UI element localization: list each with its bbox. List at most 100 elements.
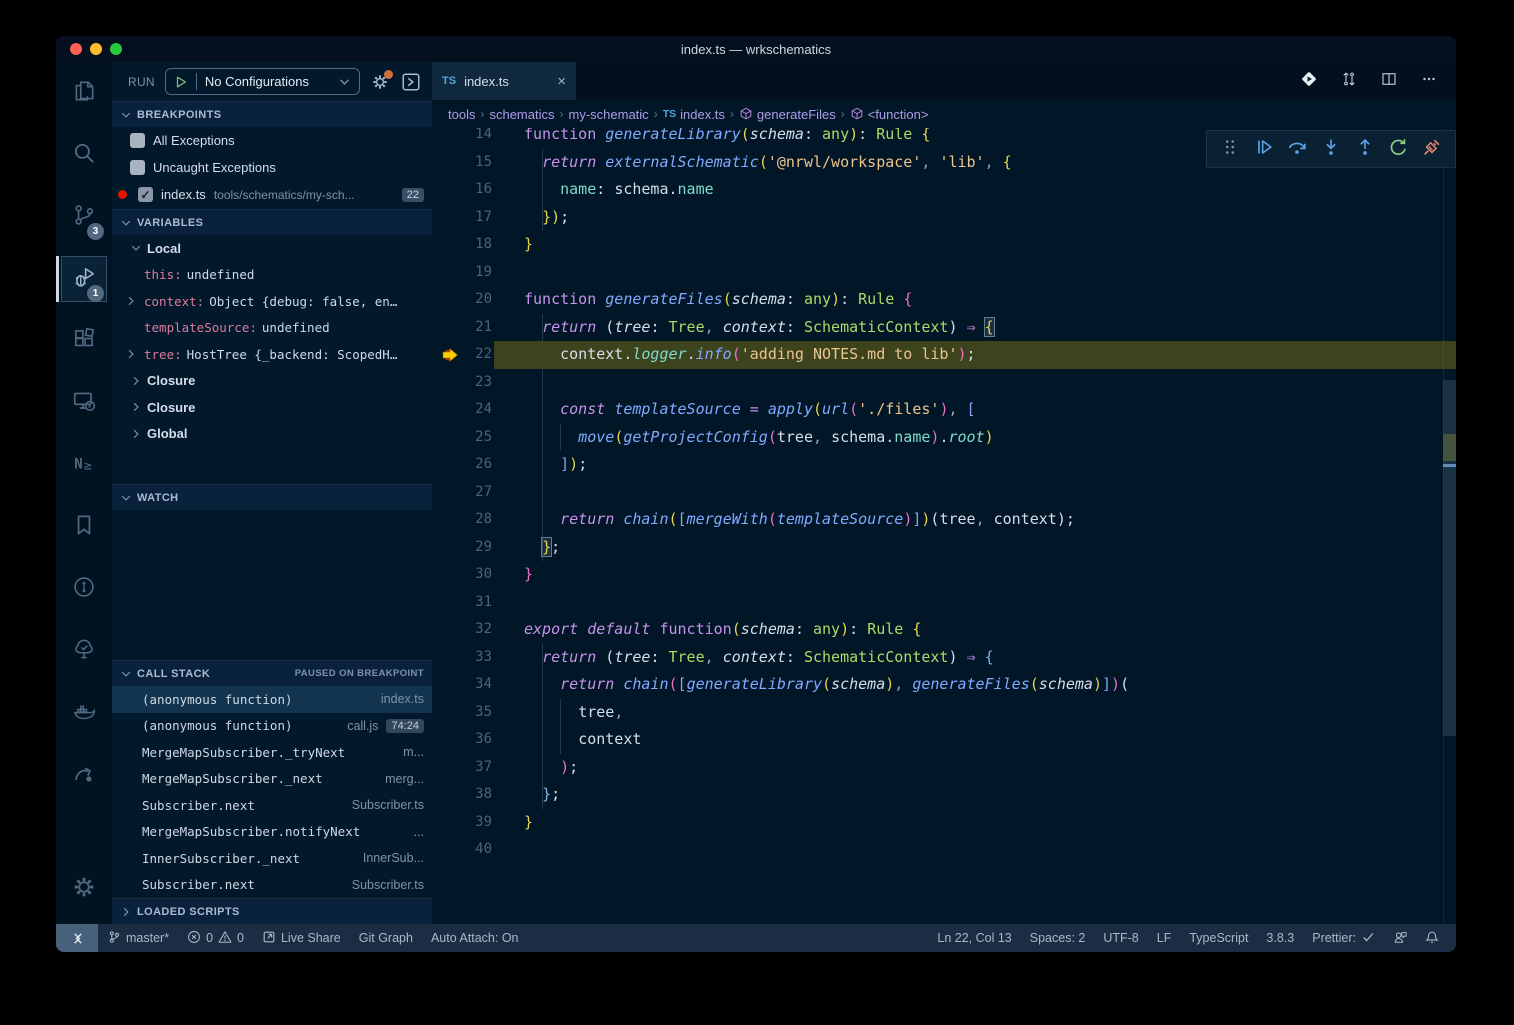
breakpoints-section-header[interactable]: BREAKPOINTS (112, 101, 432, 127)
code-line-32[interactable]: 32export default function(schema: any): … (432, 616, 1456, 644)
line-number[interactable]: 31 (432, 589, 492, 617)
code-line-33[interactable]: 33 return (tree: Tree, context: Schemati… (432, 644, 1456, 672)
checkbox[interactable] (130, 160, 145, 175)
start-debug-icon[interactable] (174, 75, 188, 89)
code-line-28[interactable]: 28 return chain([mergeWith(templateSourc… (432, 506, 1456, 534)
drag-grip[interactable] (1219, 136, 1241, 163)
breadcrumb-item[interactable]: generateFiles (739, 107, 836, 122)
statusbar-eol[interactable]: LF (1148, 931, 1181, 945)
line-number[interactable]: 26 (432, 451, 492, 479)
line-number[interactable]: 34 (432, 671, 492, 699)
line-number[interactable]: 29 (432, 534, 492, 562)
disconnect-button[interactable] (1421, 136, 1443, 163)
continue-button[interactable] (1253, 136, 1275, 163)
line-number[interactable]: 21 (432, 314, 492, 342)
line-number[interactable]: 25 (432, 424, 492, 452)
statusbar-auto-attach[interactable]: Auto Attach: On (422, 931, 528, 945)
breadcrumb-item[interactable]: schematics (489, 107, 554, 122)
variables-scope-closure[interactable]: Closure (112, 368, 432, 395)
statusbar-problems[interactable]: 00 (178, 930, 253, 947)
step-out-button[interactable] (1354, 136, 1376, 163)
breadcrumb-item[interactable]: tools (448, 107, 475, 122)
overview-ruler[interactable] (1443, 128, 1456, 924)
watch-section-header[interactable]: WATCH (112, 484, 432, 510)
line-number[interactable]: 16 (432, 176, 492, 204)
call-stack-frame[interactable]: (anonymous function)index.ts (112, 686, 432, 713)
code-line-24[interactable]: 24 const templateSource = apply(url('./f… (432, 396, 1456, 424)
debug-console-icon[interactable] (400, 71, 422, 93)
statusbar-git-graph[interactable]: Git Graph (350, 931, 422, 945)
line-number[interactable]: 38 (432, 781, 492, 809)
call-stack-frame[interactable]: MergeMapSubscriber._nextmerg... (112, 766, 432, 793)
activitybar-docker[interactable] (56, 682, 112, 744)
open-changes-button[interactable] (1340, 70, 1358, 93)
launch-config-dropdown[interactable]: No Configurations (165, 68, 360, 95)
call-stack-frame[interactable]: MergeMapSubscriber.notifyNext... (112, 819, 432, 846)
checkbox[interactable]: ✓ (138, 187, 153, 202)
breakpoint-row[interactable]: All Exceptions (112, 127, 432, 154)
activitybar-run-and-debug[interactable]: 1 (56, 248, 112, 310)
line-number[interactable]: 28 (432, 506, 492, 534)
code-line-25[interactable]: 25 move(getProjectConfig(tree, schema.na… (432, 424, 1456, 452)
code-line-18[interactable]: 18} (432, 231, 1456, 259)
statusbar-cursor-position[interactable]: Ln 22, Col 13 (928, 931, 1020, 945)
code-line-23[interactable]: 23 (432, 369, 1456, 397)
activitybar-extensions[interactable] (56, 310, 112, 372)
variables-scope-local[interactable]: Local (112, 235, 432, 262)
call-stack-section-header[interactable]: CALL STACK PAUSED ON BREAKPOINT (112, 660, 432, 686)
line-number[interactable]: 36 (432, 726, 492, 754)
traffic-lights[interactable] (70, 43, 122, 55)
checkbox[interactable] (130, 133, 145, 148)
code-line-16[interactable]: 16 name: schema.name (432, 176, 1456, 204)
line-number[interactable]: 33 (432, 644, 492, 672)
activitybar-git-history[interactable] (56, 558, 112, 620)
step-into-button[interactable] (1320, 136, 1342, 163)
activitybar-bookmarks[interactable] (56, 496, 112, 558)
line-number[interactable]: 39 (432, 809, 492, 837)
run-or-debug-button[interactable] (1300, 70, 1318, 93)
activitybar-nx-console[interactable]: N≥ (56, 434, 112, 496)
loaded-scripts-section-header[interactable]: LOADED SCRIPTS (112, 898, 432, 924)
line-number[interactable]: 40 (432, 836, 492, 864)
statusbar-language-mode[interactable]: TypeScript (1180, 931, 1257, 945)
statusbar-indentation[interactable]: Spaces: 2 (1021, 931, 1095, 945)
breadcrumb-item[interactable]: TSindex.ts (663, 107, 725, 122)
restart-button[interactable] (1387, 136, 1409, 163)
statusbar-encoding[interactable]: UTF-8 (1094, 931, 1147, 945)
code-line-39[interactable]: 39} (432, 809, 1456, 837)
breadcrumb-item[interactable]: my-schematic (569, 107, 649, 122)
variable-row[interactable]: tree:HostTree {_backend: ScopedH… (112, 341, 432, 368)
call-stack-frame[interactable]: (anonymous function)call.js74:24 (112, 713, 432, 740)
code-line-22[interactable]: 22 context.logger.info('adding NOTES.md … (432, 341, 1456, 369)
variable-row[interactable]: this:undefined (112, 262, 432, 289)
variables-scope-global[interactable]: Global (112, 421, 432, 448)
statusbar-ts-version[interactable]: 3.8.3 (1257, 931, 1303, 945)
tab-index-ts[interactable]: TS index.ts × (432, 62, 576, 100)
variables-scope-closure[interactable]: Closure (112, 394, 432, 421)
variables-section-header[interactable]: VARIABLES (112, 209, 432, 235)
variable-row[interactable]: templateSource:undefined (112, 315, 432, 342)
code-line-35[interactable]: 35 tree, (432, 699, 1456, 727)
code-line-17[interactable]: 17 }); (432, 204, 1456, 232)
line-number[interactable]: 27 (432, 479, 492, 507)
code-line-37[interactable]: 37 ); (432, 754, 1456, 782)
debug-settings-gear-icon[interactable] (370, 72, 390, 92)
code-line-26[interactable]: 26 ]); (432, 451, 1456, 479)
line-number[interactable]: 37 (432, 754, 492, 782)
code-line-34[interactable]: 34 return chain([generateLibrary(schema)… (432, 671, 1456, 699)
code-line-38[interactable]: 38 }; (432, 781, 1456, 809)
activitybar-source-control[interactable]: 3 (56, 186, 112, 248)
line-number[interactable]: 17 (432, 204, 492, 232)
statusbar-prettier[interactable]: Prettier: (1303, 930, 1384, 947)
line-number[interactable]: 15 (432, 149, 492, 177)
breakpoint-row[interactable]: Uncaught Exceptions (112, 154, 432, 181)
activitybar-explorer[interactable] (56, 62, 112, 124)
code-line-20[interactable]: 20function generateFiles(schema: any): R… (432, 286, 1456, 314)
code-line-30[interactable]: 30} (432, 561, 1456, 589)
call-stack-frame[interactable]: MergeMapSubscriber._tryNextm... (112, 739, 432, 766)
activitybar-live-share[interactable] (56, 744, 112, 806)
line-number[interactable]: 24 (432, 396, 492, 424)
variable-row[interactable]: context:Object {debug: false, en… (112, 288, 432, 315)
statusbar-git-branch[interactable]: master* (98, 930, 178, 947)
close-tab-icon[interactable]: × (557, 73, 566, 90)
